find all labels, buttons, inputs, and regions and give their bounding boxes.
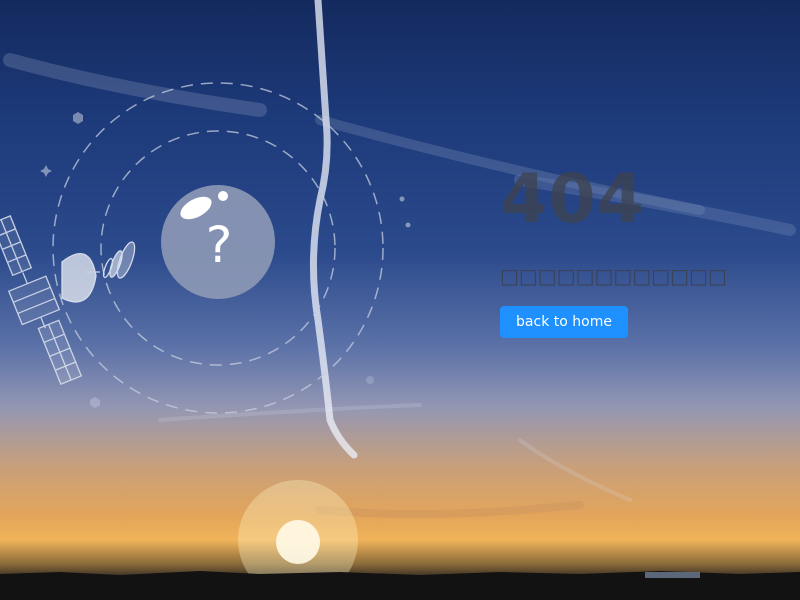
dot-icon <box>399 196 405 202</box>
error-message: □□□□□□□□□□□□ <box>500 264 727 288</box>
hexagon-icon <box>73 112 83 124</box>
question-mark-icon: ? <box>206 216 233 274</box>
satellite-icon <box>0 215 136 386</box>
dot-icon <box>405 222 411 228</box>
star-icon <box>40 165 52 177</box>
dot-icon <box>366 376 374 384</box>
back-to-home-button[interactable]: back to home <box>500 306 628 338</box>
error-code: 404 <box>500 160 645 239</box>
hexagon-icon <box>90 397 100 408</box>
question-planet-icon: ? <box>161 185 275 299</box>
error-panel: 404 □□□□□□□□□□□□ back to home <box>500 160 780 338</box>
